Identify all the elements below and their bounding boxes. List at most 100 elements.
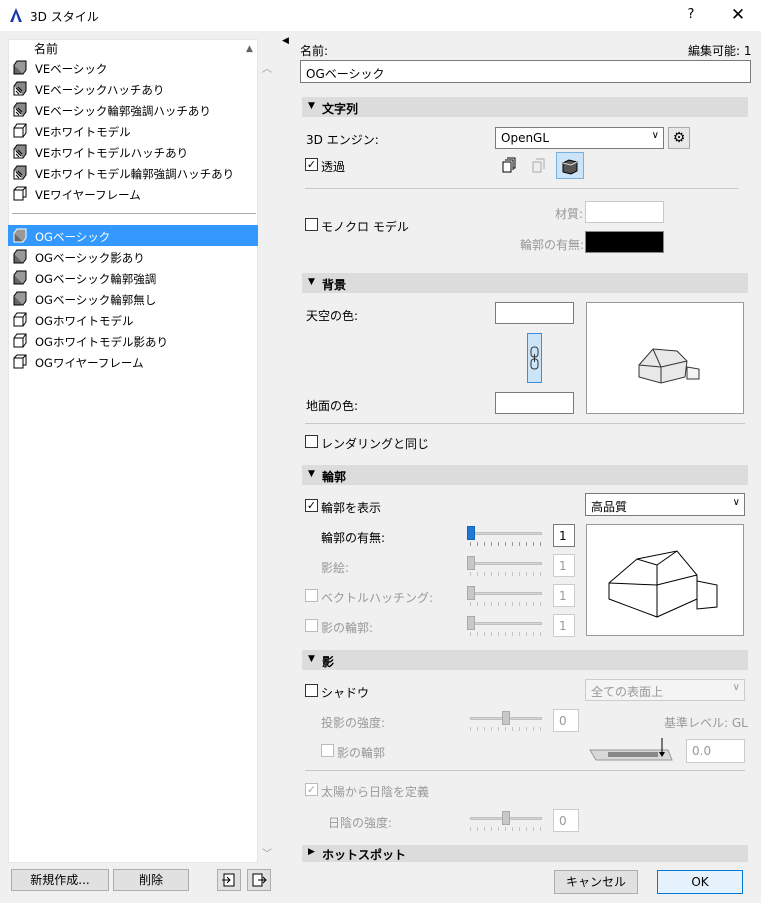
wireframe-icon [12,186,28,201]
list-item-label: OGベーシック輪郭無し [35,293,157,307]
window-title: 3D スタイル [30,10,99,24]
list-item-label: VEベーシック [35,62,108,76]
og-white-icon [12,333,28,348]
shadow-contour-thumb [467,616,475,630]
shadow-checkbox[interactable] [305,684,318,697]
shading-label: 影絵: [321,561,350,575]
cast-intensity-thumb [502,711,510,725]
contour-section-title: 輪郭 [322,470,347,484]
sort-up-icon[interactable]: ▲ [246,44,253,54]
engine-section-header[interactable]: ▼ 文字列 [302,97,748,117]
contour-quality-select[interactable]: 高品質 ∨ [585,493,745,516]
chevron-down-icon: ∨ [651,130,659,141]
wireframe-icon [12,354,28,369]
ve-hatch-icon [12,102,28,117]
material-color-box[interactable] [585,201,664,223]
hotspot-section-header[interactable]: ▶ ホットスポット [302,845,748,862]
list-item[interactable]: VEベーシック輪郭強調ハッチあり [8,99,258,120]
list-item[interactable]: OGベーシック [8,225,258,246]
slider-ticks [470,602,542,606]
slider-ticks [470,827,542,831]
link-colors-button[interactable] [527,333,542,383]
delete-style-button[interactable]: 削除 [113,869,189,891]
vector-hatch-checkbox [305,589,318,602]
list-item[interactable]: OGホワイトモデル影あり [8,330,258,351]
help-button[interactable]: ? [680,4,702,26]
expand-triangle-icon: ▼ [308,277,315,287]
contour-color-box[interactable] [585,231,664,253]
slider-ticks [470,572,542,576]
slider-ticks [470,632,542,636]
contour-section-header[interactable]: ▼ 輪郭 [302,465,748,485]
vector-hatch-slider [470,592,542,595]
mono-model-label: モノクロ モデル [321,220,409,234]
shade-intensity-value: 0 [553,809,579,832]
list-item[interactable]: VEホワイトモデル輪郭強調ハッチあり [8,162,258,183]
shadow-contour-label: 影の輪郭: [321,621,374,635]
background-section-header[interactable]: ▼ 背景 [302,273,748,293]
collapse-panel-icon[interactable]: ◀ [282,36,289,46]
house-contour-preview-icon [608,550,718,618]
engine-value: OpenGL [501,131,550,145]
sky-color-box[interactable] [495,302,574,324]
list-item[interactable]: VEベーシック [8,57,258,78]
shading-thumb [467,556,475,570]
contour-presence-slider[interactable] [470,532,542,535]
contour-preview [586,524,744,636]
same-as-render-checkbox[interactable] [305,435,318,448]
chevron-down-icon: ∨ [732,497,740,508]
close-button[interactable]: ✕ [727,4,749,26]
list-item[interactable]: OGベーシック輪郭強調 [8,267,258,288]
engine-settings-button[interactable]: ⚙ [668,127,690,149]
scroll-up-icon[interactable]: ︿ [262,60,272,75]
list-item[interactable]: OGワイヤーフレーム [8,351,258,372]
list-item[interactable]: VEホワイトモデルハッチあり [8,141,258,162]
export-button[interactable] [247,869,271,891]
list-item-label: VEホワイトモデル [35,125,131,139]
ok-button[interactable]: OK [657,870,743,894]
list-item-label: VEベーシックハッチあり [35,83,165,97]
list-item[interactable]: OGホワイトモデル [8,309,258,330]
contour-presence-value[interactable]: 1 [553,524,575,547]
contour-presence-thumb[interactable] [467,526,475,540]
scroll-down-icon[interactable]: ﹀ [262,845,272,860]
shadow-surfaces-value: 全ての表面上 [591,685,664,699]
new-style-button[interactable]: 新規作成... [11,869,109,891]
list-item-label: VEベーシック輪郭強調ハッチあり [35,104,211,118]
expand-triangle-icon: ▼ [308,654,315,664]
shadow-section-header[interactable]: ▼ 影 [302,650,748,670]
expand-triangle-icon: ▼ [308,101,315,111]
transparency-none-button[interactable] [556,152,584,179]
shade-intensity-thumb [502,811,510,825]
same-as-render-label: レンダリングと同じ [321,437,430,451]
ground-color-box[interactable] [495,392,574,414]
ve-hatch-icon [12,165,28,180]
list-item-label: OGホワイトモデル影あり [35,335,168,349]
list-item-label: OGベーシック [35,230,111,244]
opaque-box-icon [562,159,578,175]
cast-intensity-label: 投影の強度: [321,716,386,730]
separator [305,423,745,424]
name-label: 名前: [300,44,329,58]
list-item[interactable]: VEホワイトモデル [8,120,258,141]
ve-hatch-icon [12,144,28,159]
editable-count: 編集可能: 1 [688,44,752,58]
shadow-surfaces-select: 全ての表面上 ∨ [585,679,745,701]
transparency-full-icon[interactable] [500,156,518,174]
name-input[interactable]: OGベーシック [300,60,751,83]
transparency-checkbox[interactable]: ✓ [305,158,318,171]
list-header-name[interactable]: 名前 [34,40,58,57]
import-button[interactable] [217,869,241,891]
contour-color-label: 輪郭の有無: [520,238,585,252]
show-contours-checkbox[interactable]: ✓ [305,499,318,512]
list-item[interactable]: VEワイヤーフレーム [8,183,258,204]
list-item[interactable]: OGベーシック輪郭無し [8,288,258,309]
mono-model-checkbox[interactable] [305,218,318,231]
ground-color-label: 地面の色: [306,399,359,413]
separator [305,770,745,771]
list-item[interactable]: VEベーシックハッチあり [8,78,258,99]
transparency-partial-icon[interactable] [530,156,548,174]
list-item[interactable]: OGベーシック影あり [8,246,258,267]
cancel-button[interactable]: キャンセル [554,870,638,894]
engine-select[interactable]: OpenGL ∨ [495,127,664,149]
